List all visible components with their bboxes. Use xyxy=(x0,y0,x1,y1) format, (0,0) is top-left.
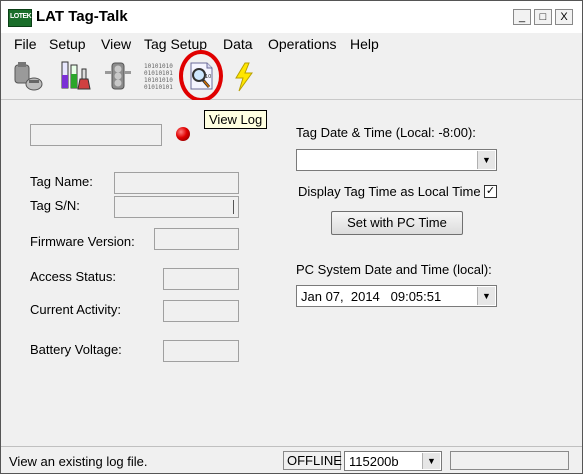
status-led-icon xyxy=(176,127,190,141)
tag-name-field xyxy=(114,172,239,194)
chevron-down-icon[interactable]: ▼ xyxy=(477,287,495,305)
tag-datetime-label: Tag Date & Time (Local: -8:00): xyxy=(296,125,476,140)
binary-line-1: 10101010 xyxy=(144,63,173,70)
menu-bar: File Setup View Tag Setup Data Operation… xyxy=(1,33,582,55)
menu-view[interactable]: View xyxy=(101,36,131,52)
tag-sn-field xyxy=(114,196,239,218)
baud-rate-dropdown[interactable]: 115200b ▼ xyxy=(344,451,442,471)
toolbar: 10101010 01010101 10101010 01010101 10 xyxy=(1,55,582,100)
lightning-icon[interactable] xyxy=(227,59,261,93)
tag-sn-label: Tag S/N: xyxy=(30,198,80,213)
view-log-tooltip: View Log xyxy=(204,110,268,129)
view-log-highlight-ring xyxy=(179,50,223,102)
display-local-time-checkbox[interactable]: ✓ xyxy=(484,185,497,198)
current-activity-field xyxy=(163,300,239,322)
tag-status-field xyxy=(30,124,162,146)
app-window: LOTEK LAT Tag-Talk _ □ X File Setup View… xyxy=(0,0,583,474)
access-status-field xyxy=(163,268,239,290)
menu-help[interactable]: Help xyxy=(350,36,379,52)
chevron-down-icon[interactable]: ▼ xyxy=(477,151,495,169)
progress-field xyxy=(450,451,569,470)
baud-rate-value: 115200b xyxy=(349,454,399,469)
pc-datetime-dropdown[interactable]: Jan 07, 2014 09:05:51 ▼ xyxy=(296,285,497,307)
firmware-version-field xyxy=(154,228,239,250)
menu-operations[interactable]: Operations xyxy=(268,36,336,52)
test-tubes-icon[interactable] xyxy=(59,59,93,93)
connection-status: OFFLINE xyxy=(283,451,342,470)
pc-datetime-value: Jan 07, 2014 09:05:51 xyxy=(301,289,442,304)
close-button[interactable]: X xyxy=(555,9,573,25)
minimize-button[interactable]: _ xyxy=(513,9,531,25)
traffic-light-icon[interactable] xyxy=(101,59,135,93)
display-local-time-label: Display Tag Time as Local Time xyxy=(298,184,481,199)
menu-file[interactable]: File xyxy=(14,36,37,52)
window-title: LAT Tag-Talk xyxy=(36,8,128,25)
current-activity-label: Current Activity: xyxy=(30,302,122,317)
binary-line-4: 01010101 xyxy=(144,84,173,91)
tag-name-label: Tag Name: xyxy=(30,174,93,189)
menu-data[interactable]: Data xyxy=(223,36,253,52)
connect-tag-icon[interactable] xyxy=(11,59,45,93)
title-bar: LOTEK LAT Tag-Talk _ □ X xyxy=(1,1,582,33)
set-with-pc-time-button[interactable]: Set with PC Time xyxy=(331,211,463,235)
firmware-version-label: Firmware Version: xyxy=(30,234,135,249)
battery-voltage-label: Battery Voltage: xyxy=(30,342,122,357)
binary-data-icon[interactable]: 10101010 01010101 10101010 01010101 xyxy=(143,59,177,93)
status-bar: View an existing log file. OFFLINE 11520… xyxy=(1,446,582,473)
menu-setup[interactable]: Setup xyxy=(49,36,86,52)
pc-datetime-label: PC System Date and Time (local): xyxy=(296,262,492,277)
access-status-label: Access Status: xyxy=(30,269,116,284)
maximize-button[interactable]: □ xyxy=(534,9,552,25)
status-message: View an existing log file. xyxy=(9,454,148,469)
binary-line-2: 01010101 xyxy=(144,70,173,77)
tag-datetime-dropdown[interactable]: ▼ xyxy=(296,149,497,171)
battery-voltage-field xyxy=(163,340,239,362)
lotek-app-icon: LOTEK xyxy=(8,9,32,27)
chevron-down-icon[interactable]: ▼ xyxy=(422,453,440,469)
binary-line-3: 10101010 xyxy=(144,77,173,84)
